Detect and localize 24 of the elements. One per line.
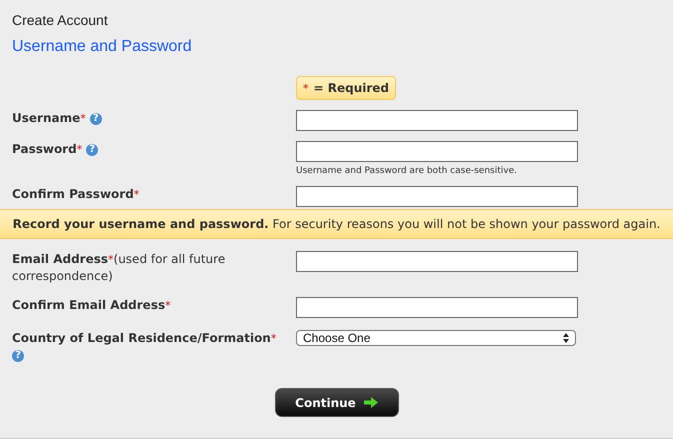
- help-icon[interactable]: ?: [90, 112, 102, 124]
- arrow-icon: [364, 397, 378, 408]
- field-label: Confirm Password*: [12, 187, 140, 201]
- notice-banner: Record your username and password. For security reasons you will not be shown your password again.: [0, 209, 673, 239]
- required-mark: *: [303, 82, 308, 94]
- help-icon[interactable]: ?: [86, 144, 98, 156]
- field-label: Confirm Email Address*: [12, 298, 171, 312]
- input-field[interactable]: [296, 110, 578, 131]
- field-note: Username and Password are both case-sensitive.: [296, 166, 518, 176]
- input-field[interactable]: [296, 186, 578, 207]
- help-icon[interactable]: ?: [12, 350, 24, 362]
- field-label: Password*: [12, 142, 82, 156]
- page-title: Create Account: [11, 12, 109, 28]
- field-label: Username*: [12, 111, 86, 125]
- country-dropdown[interactable]: Choose One: [296, 330, 576, 346]
- field-label: Country of Legal Residence/Formation*: [12, 331, 276, 345]
- legend-text: = Required: [314, 81, 390, 95]
- field-label: Email Address*(used for all future correspondence): [12, 252, 226, 283]
- section-heading: Username and Password: [11, 38, 193, 56]
- input-field[interactable]: [296, 141, 578, 162]
- continue-button[interactable]: Continue: [274, 388, 398, 417]
- updown-icon: [563, 333, 569, 343]
- input-field[interactable]: [296, 251, 578, 272]
- input-field[interactable]: [296, 297, 578, 318]
